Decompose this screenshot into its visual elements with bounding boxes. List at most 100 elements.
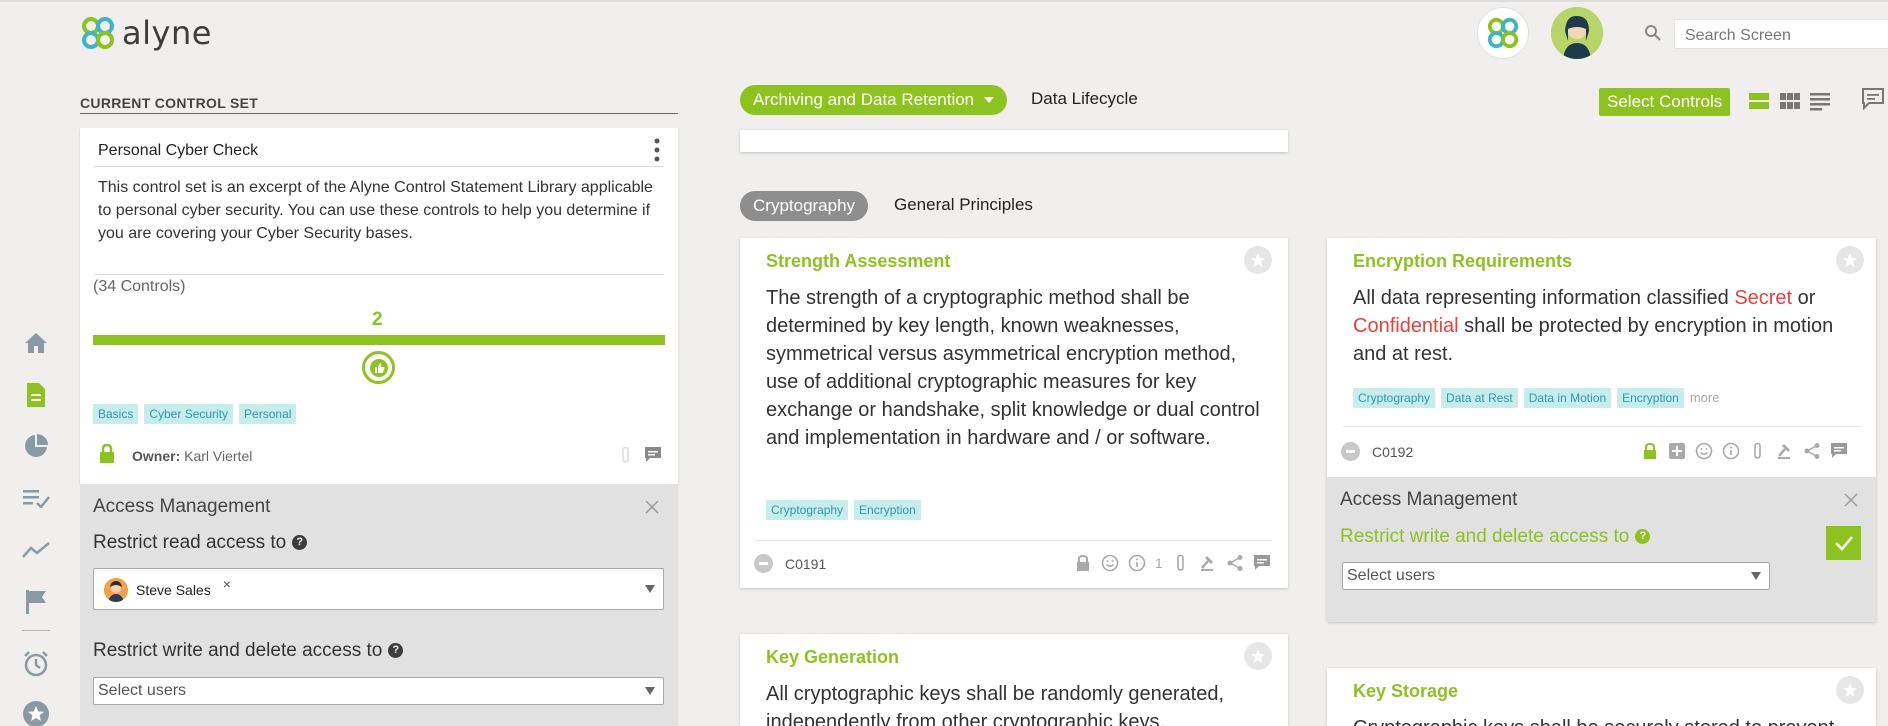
- comment-icon[interactable]: [1253, 554, 1271, 572]
- close-icon[interactable]: [645, 500, 659, 514]
- subtab-cryptography[interactable]: Cryptography: [740, 191, 869, 221]
- nav-trends[interactable]: [18, 532, 54, 568]
- search-input[interactable]: Search Screen: [1674, 19, 1888, 49]
- info-icon[interactable]: [1128, 554, 1146, 572]
- tag[interactable]: Cryptography: [1353, 388, 1436, 408]
- classification-secret: Secret: [1734, 287, 1793, 309]
- domain-tab-data-lifecycle[interactable]: Data Lifecycle: [1031, 89, 1138, 109]
- tag[interactable]: Cyber Security: [144, 404, 234, 424]
- tag[interactable]: Personal: [239, 404, 297, 424]
- previous-control-card: [740, 130, 1288, 152]
- star-icon: [23, 701, 49, 726]
- user-avatar[interactable]: [1551, 7, 1603, 59]
- favorite-button[interactable]: [1244, 246, 1272, 274]
- tag[interactable]: Data in Motion: [1523, 388, 1612, 408]
- lock-icon[interactable]: [1074, 554, 1092, 572]
- read-access-label-row: Restrict read access to?: [93, 532, 308, 554]
- info-icon[interactable]: [1722, 442, 1740, 460]
- control-card[interactable]: Key Generation All cryptographic keys sh…: [740, 634, 1288, 726]
- share-icon[interactable]: [1226, 554, 1244, 572]
- checkmark-icon: [1834, 536, 1853, 551]
- confirm-button[interactable]: [1826, 526, 1861, 560]
- classification-confidential: Confidential: [1353, 315, 1459, 337]
- smiley-icon[interactable]: [1101, 554, 1119, 572]
- chevron-down-icon: [1751, 572, 1761, 580]
- organization-logo-button[interactable]: [1477, 7, 1529, 59]
- avatar-icon: [104, 578, 128, 602]
- deselect-control-button[interactable]: [1341, 442, 1360, 461]
- thumbs-up-button[interactable]: [362, 351, 395, 384]
- access-management-title: Access Management: [1340, 489, 1518, 510]
- deselect-control-button[interactable]: [754, 554, 773, 573]
- divider: [756, 540, 1272, 541]
- nav-favorites[interactable]: [18, 696, 54, 726]
- domain-dropdown[interactable]: Archiving and Data Retention: [740, 85, 1008, 115]
- attachment-icon[interactable]: [1749, 442, 1767, 460]
- select-controls-button[interactable]: Select Controls: [1599, 88, 1731, 116]
- read-access-select[interactable]: Steve Sales ×: [93, 568, 664, 610]
- remove-user-icon[interactable]: ×: [223, 576, 231, 592]
- control-title[interactable]: Strength Assessment: [766, 251, 950, 272]
- control-description: All cryptographic keys shall be randomly…: [766, 683, 1225, 726]
- gavel-icon[interactable]: [1199, 554, 1217, 572]
- tag[interactable]: Encryption: [1617, 388, 1684, 408]
- control-title[interactable]: Encryption Requirements: [1353, 251, 1572, 272]
- nav-reminders[interactable]: [18, 646, 54, 682]
- favorite-button[interactable]: [1836, 246, 1864, 274]
- help-icon[interactable]: ?: [292, 535, 308, 550]
- write-access-select[interactable]: Select users: [1342, 562, 1770, 590]
- comment-icon[interactable]: [1830, 442, 1848, 460]
- smiley-icon[interactable]: [1695, 442, 1713, 460]
- share-icon[interactable]: [1803, 442, 1821, 460]
- favorite-button[interactable]: [1244, 642, 1272, 670]
- tag[interactable]: Basics: [93, 404, 139, 424]
- subtab-general-principles[interactable]: General Principles: [894, 195, 1033, 215]
- control-description: All data representing information classi…: [1353, 284, 1858, 368]
- favorite-button[interactable]: [1836, 676, 1864, 704]
- control-set-name: Personal Cyber Check: [98, 142, 259, 159]
- tag[interactable]: Data at Rest: [1441, 388, 1518, 408]
- description-text: All data representing information classi…: [1353, 287, 1735, 309]
- more-tags-link[interactable]: more: [1690, 390, 1720, 405]
- nav-analytics[interactable]: [18, 428, 54, 464]
- lock-icon[interactable]: [1641, 442, 1659, 460]
- owner-info: Owner: Karl Viertel: [132, 448, 252, 464]
- tag[interactable]: Cryptography: [766, 500, 849, 520]
- control-card[interactable]: Key Storage Cryptographic keys shall be …: [1327, 668, 1876, 726]
- control-title[interactable]: Key Storage: [1353, 681, 1458, 702]
- brand-name: alyne: [122, 14, 212, 52]
- divider: [1343, 426, 1860, 427]
- help-icon[interactable]: ?: [1635, 529, 1651, 544]
- home-icon: [25, 333, 47, 353]
- star-icon: [1251, 649, 1265, 663]
- grid-view-icon[interactable]: [1779, 90, 1801, 112]
- search-icon[interactable]: [1644, 24, 1662, 42]
- help-icon[interactable]: ?: [388, 643, 404, 658]
- attachment-icon[interactable]: [619, 446, 633, 464]
- write-access-label: Restrict write and delete access to: [1340, 526, 1630, 547]
- nav-home[interactable]: [18, 325, 54, 361]
- list-view-icon[interactable]: [1748, 90, 1770, 112]
- control-card[interactable]: Strength Assessment The strength of a cr…: [740, 238, 1288, 588]
- comments-panel-icon[interactable]: [1862, 88, 1884, 110]
- divider: [94, 166, 664, 167]
- control-title[interactable]: Key Generation: [766, 647, 899, 668]
- close-icon[interactable]: [1844, 493, 1858, 507]
- attachment-icon[interactable]: [1172, 554, 1190, 572]
- tag[interactable]: Encryption: [854, 500, 921, 520]
- controls-count: (34 Controls): [93, 278, 186, 295]
- text-view-icon[interactable]: [1809, 90, 1831, 112]
- add-to-set-icon[interactable]: [1668, 442, 1686, 460]
- nav-flags[interactable]: [18, 584, 54, 620]
- nav-controls[interactable]: [18, 377, 54, 413]
- write-access-select[interactable]: Select users: [93, 677, 664, 705]
- comment-icon[interactable]: [644, 446, 662, 464]
- star-icon: [1843, 253, 1857, 267]
- lock-icon[interactable]: [99, 444, 115, 464]
- more-options-icon[interactable]: [650, 137, 664, 163]
- alyne-logo[interactable]: alyne: [80, 14, 212, 52]
- tag-list: Cryptography Encryption: [766, 500, 927, 520]
- description-text: or: [1792, 287, 1816, 309]
- gavel-icon[interactable]: [1776, 442, 1794, 460]
- nav-tasks[interactable]: [18, 480, 54, 516]
